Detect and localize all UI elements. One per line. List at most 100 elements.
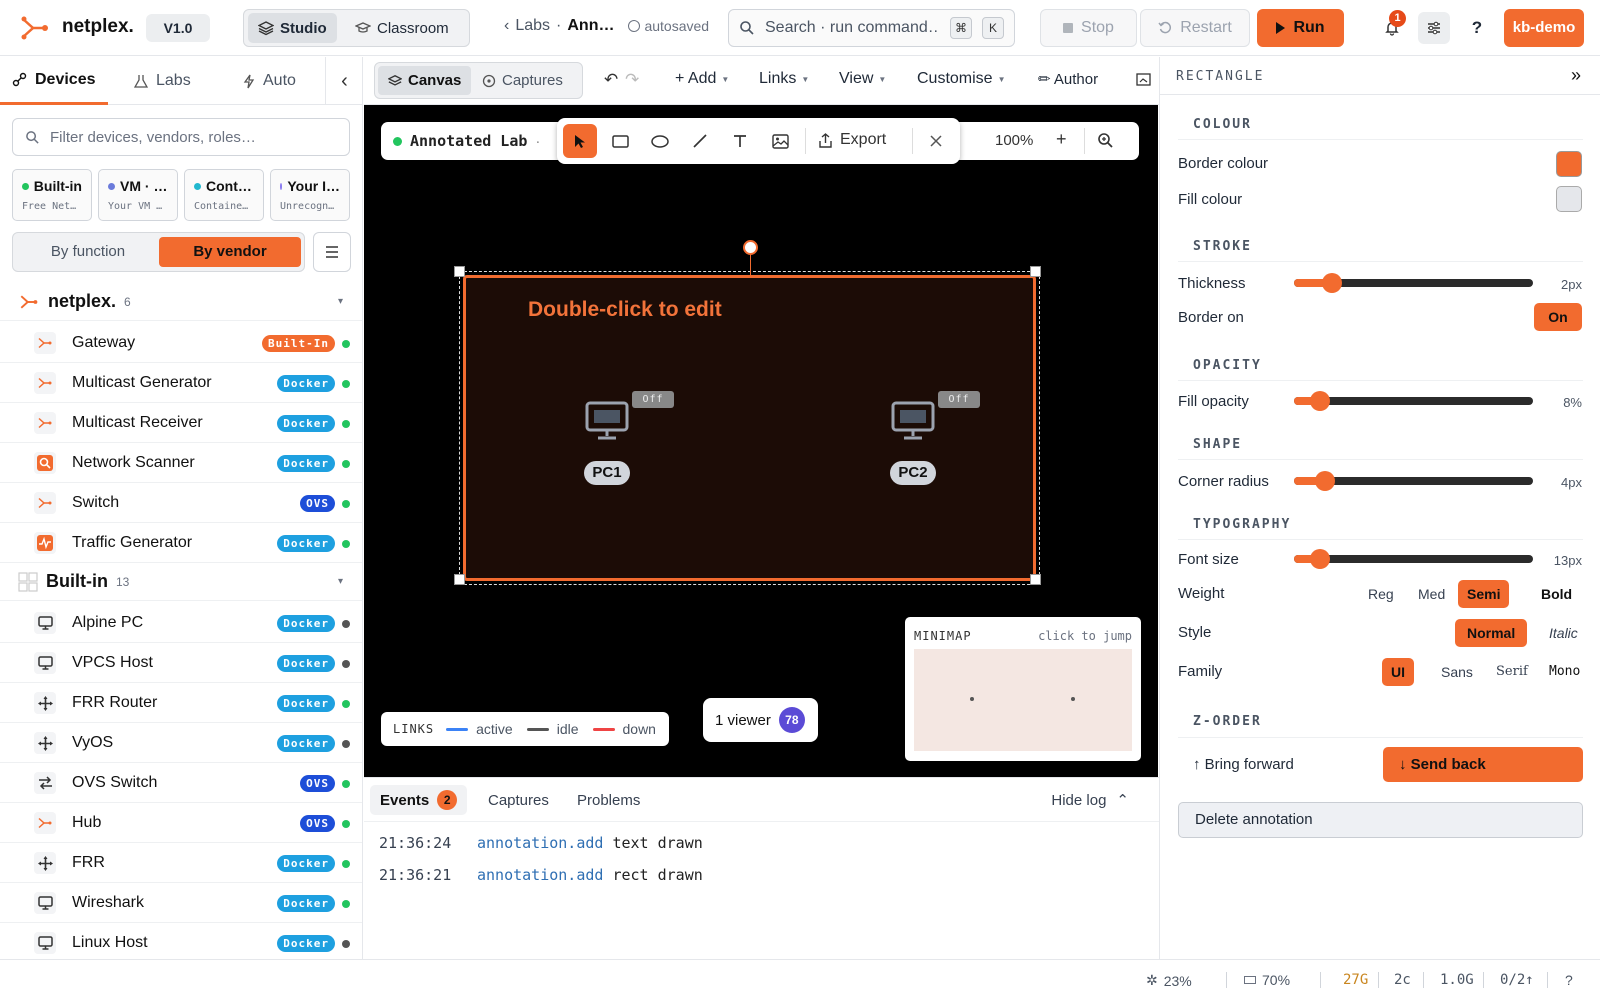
- device-list-item[interactable]: OVS Switch OVS: [0, 763, 362, 803]
- resize-handle-nw[interactable]: [454, 266, 465, 277]
- author-button[interactable]: ✏ Author: [1038, 70, 1098, 88]
- netplex-logo-icon[interactable]: [20, 14, 50, 42]
- device-list-item[interactable]: Alpine PC Docker: [0, 603, 362, 643]
- thickness-slider[interactable]: [1294, 271, 1533, 295]
- border-colour-swatch[interactable]: [1556, 151, 1582, 177]
- tab-problems[interactable]: Problems: [567, 785, 650, 815]
- restart-button[interactable]: Restart: [1140, 9, 1250, 47]
- device-list-item[interactable]: Wireshark Docker: [0, 883, 362, 923]
- device-list-item[interactable]: Hub OVS: [0, 803, 362, 843]
- image-tool[interactable]: [763, 124, 797, 158]
- delete-annotation-button[interactable]: Delete annotation: [1178, 802, 1583, 838]
- zoom-in-button[interactable]: +: [1056, 129, 1067, 150]
- chevron-left-icon[interactable]: ‹: [504, 17, 509, 35]
- tab-captures[interactable]: Captures: [472, 66, 573, 95]
- breadcrumb-labs[interactable]: Labs: [515, 17, 550, 35]
- tab-classroom[interactable]: Classroom: [345, 13, 459, 43]
- fill-colour-swatch[interactable]: [1556, 186, 1582, 212]
- collapse-sidebar-button[interactable]: ‹: [325, 57, 362, 105]
- tab-devices[interactable]: Devices: [0, 57, 108, 105]
- family-mono[interactable]: Mono: [1540, 658, 1589, 686]
- annotation-text[interactable]: Double-click to edit: [528, 298, 722, 322]
- group-by-vendor[interactable]: By vendor: [159, 237, 301, 267]
- resize-handle-sw[interactable]: [454, 574, 465, 585]
- node-pc1[interactable]: Off PC1: [580, 391, 680, 501]
- chip-containers[interactable]: Cont… Containe…: [184, 169, 264, 221]
- tab-studio[interactable]: Studio: [248, 13, 337, 43]
- viewers-pill[interactable]: 1 viewer 78: [703, 698, 818, 742]
- select-tool[interactable]: [563, 124, 597, 158]
- rectangle-tool[interactable]: [603, 124, 637, 158]
- hide-log-button[interactable]: Hide log ⌃: [1051, 791, 1129, 810]
- chip-vm[interactable]: VM · … Your VM …: [98, 169, 178, 221]
- corner-radius-slider[interactable]: [1294, 469, 1533, 493]
- rotate-handle[interactable]: [743, 240, 758, 255]
- view-menu[interactable]: View ▼: [839, 70, 886, 88]
- command-search[interactable]: Search · run command… ⌘ K: [728, 9, 1015, 47]
- style-normal[interactable]: Normal: [1455, 619, 1528, 647]
- settings-button[interactable]: [1418, 12, 1450, 44]
- bring-forward-button[interactable]: ↑ Bring forward: [1193, 756, 1294, 773]
- tab-labs[interactable]: Labs: [134, 57, 191, 105]
- border-on-toggle[interactable]: On: [1534, 303, 1582, 331]
- resize-handle-se[interactable]: [1030, 574, 1041, 585]
- panel-toggle-icon[interactable]: [1136, 72, 1151, 87]
- device-list-item[interactable]: Multicast Generator Docker: [0, 363, 362, 403]
- export-button[interactable]: Export: [819, 131, 886, 149]
- family-sans[interactable]: Sans: [1432, 658, 1482, 686]
- vendor-group-header[interactable]: netplex. 6 ▾: [0, 283, 362, 321]
- device-list-item[interactable]: FRR Docker: [0, 843, 362, 883]
- node-pc2[interactable]: Off PC2: [886, 391, 986, 501]
- version-badge[interactable]: V1.0: [146, 14, 210, 42]
- weight-semi[interactable]: Semi: [1458, 580, 1510, 608]
- device-list-item[interactable]: Gateway Built-In: [0, 323, 362, 363]
- text-tool[interactable]: [723, 124, 757, 158]
- send-back-button[interactable]: ↓ Send back: [1383, 747, 1583, 782]
- help-button[interactable]: ?: [1461, 12, 1493, 44]
- collapse-inspector-button[interactable]: »: [1571, 65, 1581, 86]
- device-list-item[interactable]: Linux Host Docker: [0, 923, 362, 959]
- device-list-item[interactable]: FRR Router Docker: [0, 683, 362, 723]
- chip-your-images[interactable]: Your I… Unrecogn…: [270, 169, 350, 221]
- font-size-slider[interactable]: [1294, 547, 1533, 571]
- tab-events[interactable]: Events 2: [370, 785, 468, 815]
- status-help-button[interactable]: ?: [1565, 972, 1573, 988]
- vendor-group-header[interactable]: Built-in 13 ▾: [0, 563, 362, 601]
- zoom-fit-icon[interactable]: [1097, 132, 1114, 149]
- family-ui[interactable]: UI: [1382, 658, 1414, 686]
- zoom-level[interactable]: 100%: [995, 132, 1033, 149]
- tab-canvas[interactable]: Canvas: [378, 66, 472, 95]
- notifications-button[interactable]: 1: [1376, 10, 1408, 44]
- chip-built-in[interactable]: Built-in Free Net…: [12, 169, 92, 221]
- device-list-item[interactable]: Switch OVS: [0, 483, 362, 523]
- weight-bold[interactable]: Bold: [1532, 580, 1581, 608]
- breadcrumb-current[interactable]: Ann…: [567, 17, 614, 35]
- stop-button[interactable]: Stop: [1040, 9, 1137, 47]
- run-button[interactable]: Run: [1257, 9, 1344, 47]
- minimap-viewport[interactable]: [914, 649, 1132, 751]
- device-list-item[interactable]: VPCS Host Docker: [0, 643, 362, 683]
- user-menu[interactable]: kb-demo: [1504, 9, 1584, 47]
- tab-log-captures[interactable]: Captures: [478, 785, 559, 815]
- resize-handle-ne[interactable]: [1030, 266, 1041, 277]
- family-serif[interactable]: Serif: [1487, 658, 1537, 686]
- ellipse-tool[interactable]: [643, 124, 677, 158]
- device-list-item[interactable]: Traffic Generator Docker: [0, 523, 362, 563]
- weight-reg[interactable]: Reg: [1359, 580, 1403, 608]
- minimap[interactable]: MINIMAP click to jump: [905, 617, 1141, 761]
- lab-canvas[interactable]: Annotated Lab · 100% + Export Double-cli…: [364, 105, 1158, 777]
- close-toolbar-button[interactable]: [919, 124, 953, 158]
- tab-auto[interactable]: Auto: [243, 57, 296, 105]
- group-by-function[interactable]: By function: [17, 237, 159, 267]
- customise-menu[interactable]: Customise ▼: [917, 70, 1006, 88]
- weight-med[interactable]: Med: [1409, 580, 1454, 608]
- add-menu[interactable]: + Add ▼: [675, 70, 729, 88]
- device-list-item[interactable]: VyOS Docker: [0, 723, 362, 763]
- device-list-item[interactable]: Multicast Receiver Docker: [0, 403, 362, 443]
- undo-button[interactable]: ↶: [604, 70, 618, 90]
- fill-opacity-slider[interactable]: [1294, 389, 1533, 413]
- links-menu[interactable]: Links ▼: [759, 70, 809, 88]
- style-italic[interactable]: Italic: [1540, 619, 1587, 647]
- device-list-item[interactable]: Network Scanner Docker: [0, 443, 362, 483]
- list-options-button[interactable]: [313, 232, 351, 272]
